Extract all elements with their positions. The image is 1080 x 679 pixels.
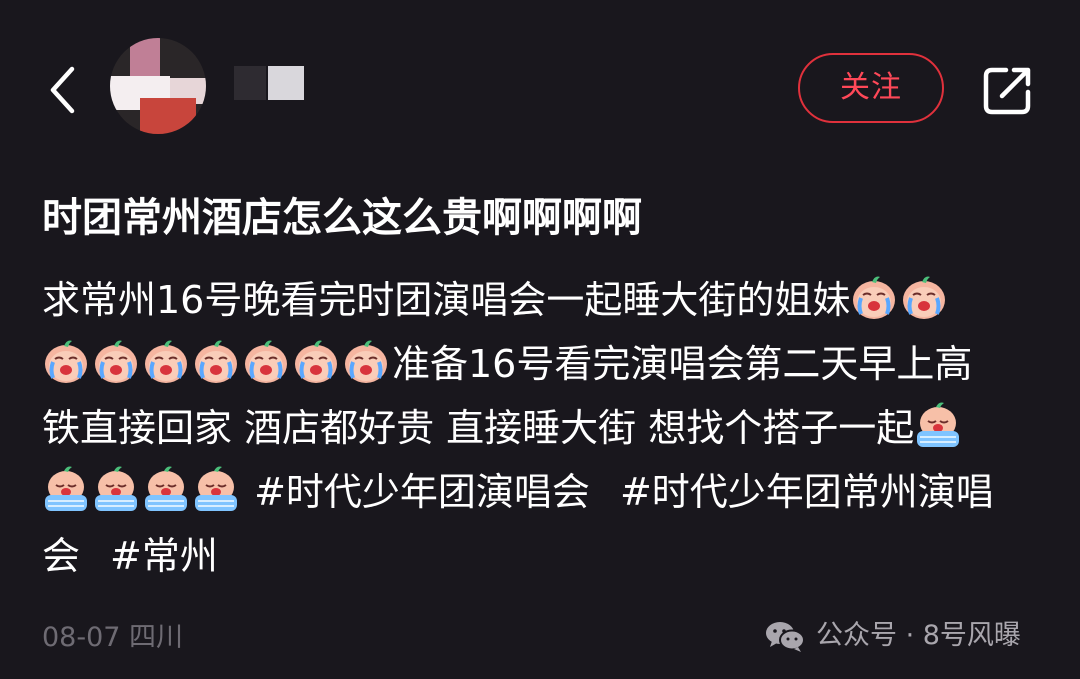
share-external-icon — [983, 67, 1031, 115]
follow-button[interactable]: 关注 — [798, 53, 944, 123]
hashtag-link[interactable]: #时代少年团常州演唱 — [620, 470, 994, 514]
hashtag-link-continued[interactable]: 会 — [42, 534, 80, 578]
top-bar: 关注 — [0, 0, 1080, 170]
crying-face-emoji — [293, 338, 339, 385]
post-text-1: 求常州16号晚看完时团演唱会一起睡大街的姐妹 — [42, 278, 851, 322]
chevron-left-icon — [50, 66, 75, 114]
watermark: 公众号 · 8号风曝 — [764, 616, 1021, 656]
post-text-2: 准备16号看完演唱会第二天早上高 — [392, 342, 973, 386]
wechat-icon — [766, 622, 805, 652]
watermark-text: 公众号 · 8号风曝 — [816, 620, 1021, 651]
sobbing-face-emoji — [94, 465, 138, 512]
back-button[interactable] — [40, 62, 84, 118]
crying-face-emoji — [193, 338, 239, 385]
post-text-3: 铁直接回家 酒店都好贵 直接睡大街 想找个搭子一起 — [42, 406, 915, 450]
crying-face-emoji — [143, 338, 189, 385]
post-content: 求常州16号晚看完时团演唱会一起睡大街的姐妹 准备16号看完演唱会第二天早上高 … — [42, 268, 1042, 588]
hashtag-link[interactable]: #时代少年团演唱会 — [254, 470, 590, 514]
crying-face-emoji — [243, 338, 289, 385]
hashtag-link[interactable]: #常州 — [110, 534, 218, 578]
post-date-location: 08-07 四川 — [42, 622, 184, 653]
crying-face-emoji — [343, 338, 389, 385]
crying-face-emoji — [901, 274, 948, 321]
sobbing-face-emoji — [144, 465, 188, 512]
username-blurred[interactable] — [234, 66, 306, 102]
sobbing-face-emoji — [916, 401, 961, 448]
crying-face-emoji — [93, 338, 139, 385]
avatar[interactable] — [110, 38, 206, 134]
post-title: 时团常州酒店怎么这么贵啊啊啊啊 — [42, 195, 642, 241]
sobbing-face-emoji — [44, 465, 88, 512]
sobbing-face-emoji — [194, 465, 238, 512]
crying-face-emoji — [851, 274, 898, 321]
share-button[interactable] — [980, 62, 1036, 118]
crying-face-emoji — [43, 338, 89, 385]
